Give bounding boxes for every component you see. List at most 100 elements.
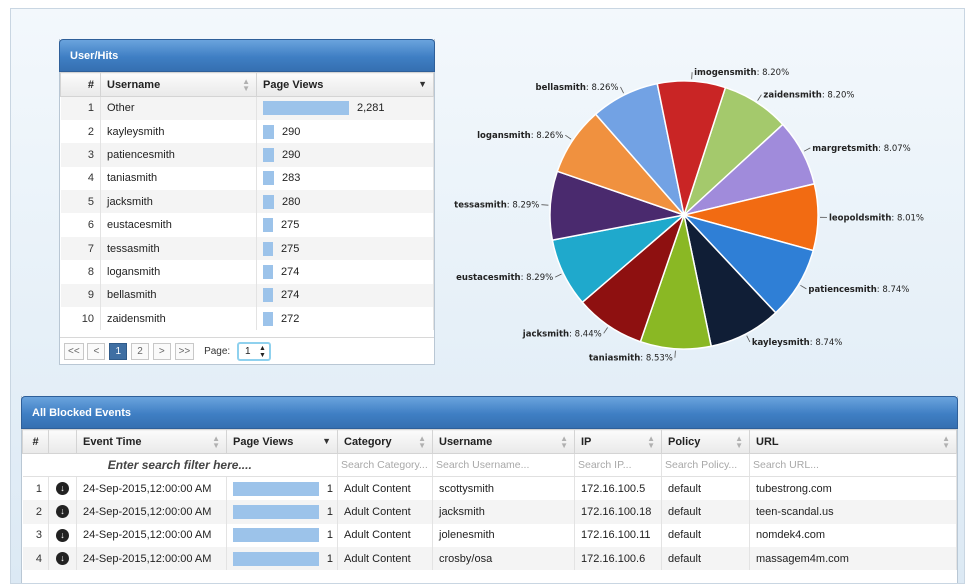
sort-desc-icon[interactable]: ▼ <box>418 80 427 89</box>
pie-label-imogensmith: imogensmith: 8.20% <box>694 68 789 78</box>
sort-arrows-icon[interactable]: ▲ ▼ <box>242 78 250 93</box>
page-2-button[interactable]: 2 <box>131 343 150 360</box>
pie-label-name: margretsmith <box>812 144 878 154</box>
page-1-button[interactable]: 1 <box>109 343 128 360</box>
last-page-button[interactable]: >> <box>174 343 195 360</box>
ev-col-username[interactable]: Username ▲ ▼ <box>432 429 575 454</box>
page-views-bar <box>263 124 274 139</box>
page-views-value: 272 <box>281 312 300 325</box>
ev-col-event-time[interactable]: Event Time ▲ ▼ <box>76 429 227 454</box>
row-username: crosby/osa <box>432 547 575 571</box>
blocked-events-title: All Blocked Events <box>21 396 958 429</box>
row-url[interactable]: massagem4m.com <box>749 547 957 571</box>
download-circle-icon[interactable]: ↓ <box>56 482 69 496</box>
search-category-input[interactable]: Search Category... <box>337 453 433 478</box>
row-action[interactable]: ↓ <box>48 523 77 548</box>
pie-leader-line <box>541 204 549 206</box>
table-row[interactable]: 8 logansmith 274 <box>60 260 434 284</box>
page-views-bar <box>263 311 273 326</box>
sort-arrows-icon[interactable]: ▲ ▼ <box>735 435 743 450</box>
row-ip: 172.16.100.5 <box>574 476 662 501</box>
table-row[interactable]: 9 bellasmith 274 <box>60 283 434 308</box>
row-policy: default <box>661 500 750 524</box>
ev-col-url[interactable]: URL ▲ ▼ <box>749 429 957 454</box>
pie-label-name: patiencesmith <box>808 285 876 295</box>
search-filter-input[interactable]: Enter search filter here.... <box>22 453 338 478</box>
row-page-views: 283 <box>256 166 434 191</box>
col-header-username[interactable]: Username ▲ ▼ <box>100 72 257 97</box>
pie-label-patiencesmith: patiencesmith: 8.74% <box>808 285 909 295</box>
ev-col-category[interactable]: Category ▲ ▼ <box>337 429 433 454</box>
pie-leader-line <box>620 86 624 94</box>
row-page-views: 1 <box>226 500 338 524</box>
table-row[interactable]: 3 ↓ 24-Sep-2015,12:00:00 AM 1 Adult Content j… <box>22 523 957 548</box>
pie-leader-line <box>555 273 562 278</box>
pie-label-name: imogensmith <box>694 68 756 78</box>
page-select[interactable]: 1 ▲ ▼ <box>236 342 271 361</box>
row-index: 8 <box>60 260 101 284</box>
table-row[interactable]: 1 Other 2,281 <box>60 96 434 120</box>
pie-label-name: tessasmith <box>454 201 507 211</box>
blocked-events-panel: All Blocked Events # Event Time ▲ ▼ Page V… <box>21 396 958 583</box>
ev-col-policy[interactable]: Policy ▲ ▼ <box>661 429 750 454</box>
sort-arrows-icon[interactable]: ▲ ▼ <box>647 435 655 450</box>
row-action[interactable]: ↓ <box>48 500 77 524</box>
table-row[interactable]: 6 eustacesmith 275 <box>60 213 434 237</box>
table-row[interactable]: 3 patiencesmith 290 <box>60 143 434 167</box>
ev-col-page-views[interactable]: Page Views ▼ <box>226 429 338 454</box>
pie-label-percent: 8.44% <box>575 329 602 339</box>
row-url[interactable]: nomdek4.com <box>749 523 957 548</box>
next-page-button[interactable]: > <box>152 343 171 360</box>
ev-col-ip[interactable]: IP ▲ ▼ <box>574 429 662 454</box>
page-views-bar <box>263 241 273 256</box>
pie-svg: zaidensmith: 8.20% margretsmith: 8.07% leo… <box>454 68 924 364</box>
search-url-input[interactable]: Search URL... <box>749 453 957 478</box>
ev-col-policy-label: Policy <box>668 435 701 448</box>
first-page-button[interactable]: << <box>64 343 84 360</box>
row-action[interactable]: ↓ <box>48 547 77 571</box>
row-ip: 172.16.100.6 <box>574 547 662 571</box>
col-header-page-views[interactable]: Page Views ▼ <box>256 72 434 97</box>
row-url[interactable]: tubestrong.com <box>749 476 957 501</box>
pie-label-zaidensmith: zaidensmith: 8.20% <box>763 91 854 101</box>
row-action[interactable]: ↓ <box>48 476 77 501</box>
pie-leader-line <box>800 284 807 290</box>
page-views-bar <box>263 288 273 303</box>
pie-label-percent: 8.07% <box>884 144 911 154</box>
row-event-time: 24-Sep-2015,12:00:00 AM <box>76 547 227 571</box>
row-ip: 172.16.100.11 <box>574 523 662 548</box>
table-row[interactable]: 4 taniasmith 283 <box>60 166 434 191</box>
table-row[interactable]: 4 ↓ 24-Sep-2015,12:00:00 AM 1 Adult Content c… <box>22 547 957 571</box>
pie-label-name: jacksmith <box>522 329 569 339</box>
page-views-value: 2,281 <box>357 102 385 115</box>
download-circle-icon[interactable]: ↓ <box>56 552 69 566</box>
sort-arrows-icon[interactable]: ▲ ▼ <box>418 435 426 450</box>
download-circle-icon[interactable]: ↓ <box>56 528 69 542</box>
search-policy-input[interactable]: Search Policy... <box>661 453 750 478</box>
table-row[interactable]: 7 tessasmith 275 <box>60 236 434 261</box>
sort-desc-icon[interactable]: ▼ <box>322 437 331 446</box>
page-views-bar <box>263 194 274 209</box>
search-username-input[interactable]: Search Username... <box>432 453 575 478</box>
sort-arrows-icon[interactable]: ▲ ▼ <box>560 435 568 450</box>
sort-arrows-icon[interactable]: ▲ ▼ <box>942 435 950 450</box>
table-row[interactable]: 1 ↓ 24-Sep-2015,12:00:00 AM 1 Adult Content s… <box>22 476 957 501</box>
row-index: 2 <box>60 119 101 144</box>
table-row[interactable]: 5 jacksmith 280 <box>60 190 434 214</box>
prev-page-button[interactable]: < <box>87 343 106 360</box>
row-index: 4 <box>60 166 101 191</box>
sort-arrows-icon[interactable]: ▲ ▼ <box>212 435 220 450</box>
download-circle-icon[interactable]: ↓ <box>56 505 69 519</box>
row-policy: default <box>661 523 750 548</box>
table-row[interactable]: 2 kayleysmith 290 <box>60 119 434 144</box>
page-views-bar <box>233 528 319 543</box>
pie-leader-line <box>674 350 676 358</box>
table-row[interactable]: 10 zaidensmith 272 <box>60 307 434 331</box>
page-views-value: 274 <box>281 265 300 278</box>
table-row[interactable]: 2 ↓ 24-Sep-2015,12:00:00 AM 1 Adult Content j… <box>22 500 957 524</box>
ev-col-page-views-label: Page Views <box>233 435 294 448</box>
pie-leader-line <box>603 327 608 334</box>
row-url[interactable]: teen-scandal.us <box>749 500 957 524</box>
ev-col-username-label: Username <box>439 435 493 448</box>
search-ip-input[interactable]: Search IP... <box>574 453 662 478</box>
